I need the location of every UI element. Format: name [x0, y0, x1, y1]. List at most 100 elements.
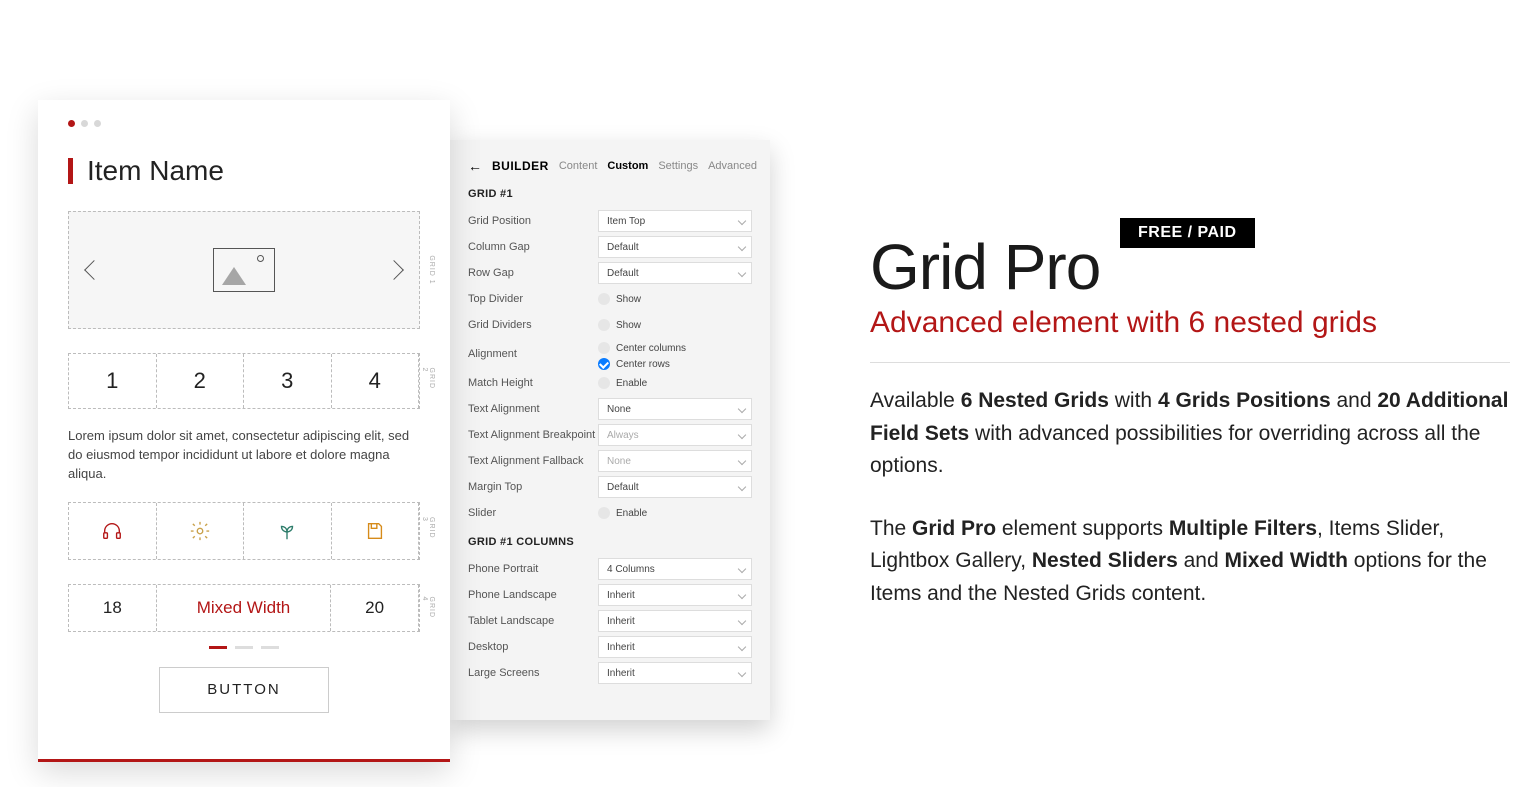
grid-2-cell: 3 [244, 354, 332, 408]
settings-label: Phone Landscape [468, 589, 598, 601]
toggle-input[interactable]: Show [598, 319, 752, 331]
toggle-dot [598, 507, 610, 519]
cta-button[interactable]: BUTTON [159, 667, 329, 713]
select-input[interactable]: None [598, 398, 752, 420]
settings-label: Row Gap [468, 267, 598, 279]
select-input[interactable]: Default [598, 236, 752, 258]
chevron-left-icon[interactable] [84, 260, 104, 280]
settings-row: Margin TopDefault [468, 474, 752, 500]
section-grid1-heading: GRID #1 [468, 188, 752, 200]
select-input[interactable]: 4 Columns [598, 558, 752, 580]
settings-row: Tablet LandscapeInherit [468, 608, 752, 634]
tab-settings[interactable]: Settings [658, 160, 698, 172]
chevron-down-icon [738, 457, 746, 465]
toggle-input[interactable]: Center columns [598, 342, 752, 354]
plant-icon [276, 520, 298, 542]
save-icon [364, 520, 386, 542]
settings-label: Top Divider [468, 293, 598, 305]
settings-row: Slider Enable [468, 500, 752, 526]
grid-4-cell: 20 [331, 585, 419, 631]
chevron-down-icon [738, 405, 746, 413]
toggle-dot [598, 377, 610, 389]
grid-2-cell: 2 [157, 354, 245, 408]
tab-advanced[interactable]: Advanced [708, 160, 757, 172]
select-input[interactable]: Always [598, 424, 752, 446]
chevron-down-icon [738, 591, 746, 599]
settings-row: Top Divider Show [468, 286, 752, 312]
pager-dot[interactable] [235, 646, 253, 649]
settings-label: Slider [468, 507, 598, 519]
grid-4-label: GRID 4 [421, 596, 435, 619]
grid-2-cell: 4 [332, 354, 420, 408]
title-accent-bar [68, 158, 73, 184]
product-description-2: The Grid Pro element supports Multiple F… [870, 513, 1510, 611]
section-grid1-columns-heading: GRID #1 COLUMNS [468, 536, 752, 548]
tab-content[interactable]: Content [559, 160, 598, 172]
lorem-text: Lorem ipsum dolor sit amet, consectetur … [68, 427, 420, 484]
grid-4: 18 Mixed Width 20 GRID 4 [68, 584, 420, 632]
pager-dot[interactable] [261, 646, 279, 649]
settings-label: Column Gap [468, 241, 598, 253]
toggle-label: Show [616, 294, 641, 305]
toggle-input[interactable]: Center rows [598, 358, 752, 370]
select-input[interactable]: Inherit [598, 584, 752, 606]
select-input[interactable]: Inherit [598, 610, 752, 632]
toggle-input[interactable]: Enable [598, 507, 752, 519]
chevron-down-icon [738, 565, 746, 573]
product-title: Grid Pro [870, 230, 1510, 304]
select-input[interactable]: None [598, 450, 752, 472]
toggle-input[interactable]: Enable [598, 377, 752, 389]
toggle-input[interactable]: Show [598, 293, 752, 305]
settings-row: Text Alignment FallbackNone [468, 448, 752, 474]
toggle-label: Enable [616, 378, 647, 389]
select-input[interactable]: Item Top [598, 210, 752, 232]
select-input[interactable]: Default [598, 476, 752, 498]
toggle-dot [598, 293, 610, 305]
grid-4-cell-mixed: Mixed Width [157, 585, 332, 631]
chevron-down-icon [738, 643, 746, 651]
settings-label: Alignment [468, 348, 598, 360]
grid-2: 1 2 3 4 GRID 2 [68, 353, 420, 409]
product-subtitle: Advanced element with 6 nested grids [870, 306, 1510, 340]
select-input[interactable]: Inherit [598, 662, 752, 684]
settings-row: Column GapDefault [468, 234, 752, 260]
settings-label: Desktop [468, 641, 598, 653]
settings-row: Phone Portrait4 Columns [468, 556, 752, 582]
preview-card: Item Name GRID 1 1 2 3 4 GRID 2 Lorem ip… [38, 100, 450, 762]
chevron-down-icon [738, 669, 746, 677]
settings-row: DesktopInherit [468, 634, 752, 660]
toggle-label: Enable [616, 508, 647, 519]
grid-2-label: GRID 2 [421, 368, 435, 395]
chevron-right-icon[interactable] [384, 260, 404, 280]
gear-icon [189, 520, 211, 542]
grid-3-icons: GRID 3 [68, 502, 420, 560]
grid-2-cell: 1 [69, 354, 157, 408]
chevron-down-icon [738, 431, 746, 439]
select-input[interactable]: Inherit [598, 636, 752, 658]
settings-label: Text Alignment Breakpoint [468, 429, 598, 441]
chevron-down-icon [738, 217, 746, 225]
product-description-1: Available 6 Nested Grids with 4 Grids Po… [870, 385, 1510, 483]
tab-custom[interactable]: Custom [607, 160, 648, 172]
chevron-down-icon [738, 617, 746, 625]
toggle-label: Show [616, 320, 641, 331]
settings-label: Match Height [468, 377, 598, 389]
toggle-dot [598, 358, 610, 370]
settings-label: Phone Portrait [468, 563, 598, 575]
settings-row: AlignmentCenter columns Center rows [468, 338, 752, 370]
pager-dot[interactable] [209, 646, 227, 649]
back-arrow-icon[interactable]: ← [468, 158, 482, 174]
product-copy: Grid Pro Advanced element with 6 nested … [870, 218, 1510, 640]
settings-row: Text Alignment BreakpointAlways [468, 422, 752, 448]
grid-1-slider: GRID 1 [68, 211, 420, 329]
settings-row: Match Height Enable [468, 370, 752, 396]
headphones-icon [101, 520, 123, 542]
pager-dots [68, 646, 420, 649]
panel-title: BUILDER [492, 159, 549, 173]
grid-1-label: GRID 1 [428, 255, 435, 284]
chevron-down-icon [738, 243, 746, 251]
settings-row: Grid PositionItem Top [468, 208, 752, 234]
select-input[interactable]: Default [598, 262, 752, 284]
settings-label: Grid Dividers [468, 319, 598, 331]
card-title: Item Name [87, 155, 224, 187]
